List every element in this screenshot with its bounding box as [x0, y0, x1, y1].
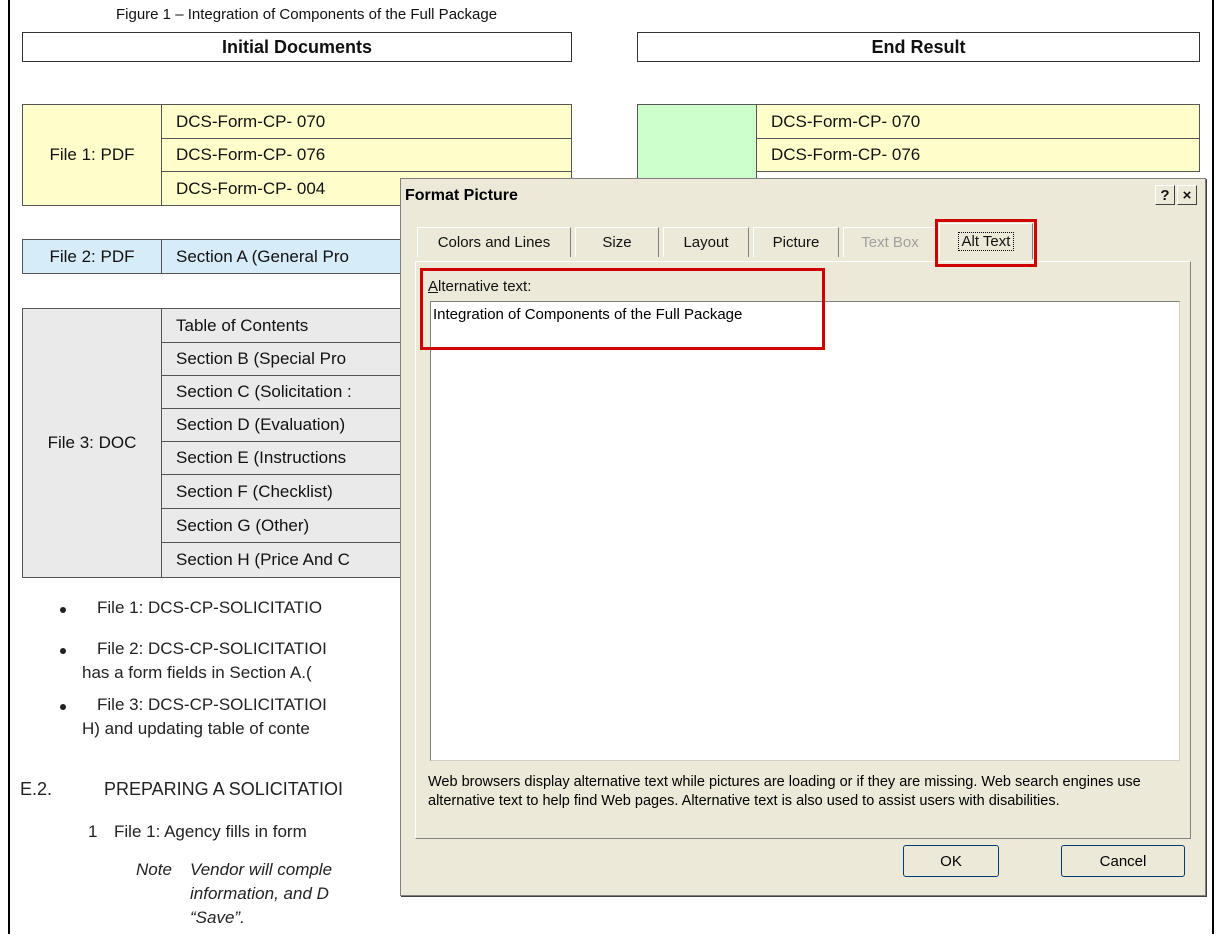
tab-text-box: Text Box — [843, 227, 937, 257]
close-icon: × — [1182, 186, 1192, 204]
bullet-text: H) and updating table of conte — [82, 719, 310, 738]
accelerator-key: A — [428, 278, 439, 295]
end-result-row: DCS-Form-CP- 070 — [756, 104, 1200, 139]
bullet-dot — [60, 648, 66, 654]
dialog-title: Format Picture — [405, 187, 518, 204]
section-number: E.2. — [20, 779, 53, 799]
ok-button[interactable]: OK — [903, 845, 999, 877]
cancel-button[interactable]: Cancel — [1061, 845, 1185, 877]
tab-size[interactable]: Size — [575, 227, 659, 257]
file3-row: Section D (Evaluation) — [161, 408, 421, 442]
format-picture-dialog: Format Picture ? × Colors and Lines Size… — [400, 178, 1206, 896]
tab-label: Layout — [683, 234, 729, 251]
tab-label: Text Box — [861, 234, 919, 251]
bullet-dot — [60, 704, 66, 710]
bullet-dot — [60, 607, 66, 613]
file1-row: DCS-Form-CP- 070 — [161, 104, 572, 139]
end-result-row: DCS-Form-CP- 076 — [756, 138, 1200, 172]
step-text: File 1: Agency fills in form — [114, 822, 307, 841]
file3-row: Section E (Instructions — [161, 441, 421, 475]
alt-text-help: Web browsers display alternative text wh… — [428, 774, 1141, 809]
help-icon: ? — [1160, 186, 1170, 204]
file1-label: File 1: PDF — [22, 104, 162, 206]
dialog-titlebar[interactable]: Format Picture ? × — [401, 179, 1205, 211]
initial-documents-header: Initial Documents — [22, 32, 572, 62]
file3-row: Table of Contents — [161, 308, 421, 343]
figure-caption: Figure 1 – Integration of Components of … — [116, 6, 498, 23]
alt-text-panel: Alternative text: Integration of Compone… — [415, 261, 1191, 839]
bullet-text: File 1: DCS-CP-SOLICITATIO — [97, 598, 323, 617]
bullet-text: has a form fields in Section A.( — [82, 663, 312, 682]
tab-picture[interactable]: Picture — [753, 227, 839, 257]
tab-label: Size — [602, 234, 632, 251]
file3-row: Section H (Price And C — [161, 542, 421, 578]
label-text: lternative text: — [438, 278, 532, 295]
file3-row: Section G (Other) — [161, 508, 421, 543]
note-text: Vendor will comple — [190, 860, 333, 879]
alternative-text-input[interactable]: Integration of Components of the Full Pa… — [430, 301, 1180, 761]
file3-row: Section B (Special Pro — [161, 342, 421, 376]
file1-row: DCS-Form-CP- 076 — [161, 138, 572, 172]
file3-label: File 3: DOC — [22, 308, 162, 578]
tab-alt-text[interactable]: Alt Text — [939, 223, 1033, 259]
help-button[interactable]: ? — [1155, 185, 1175, 205]
end-result-merged-cell — [637, 104, 757, 184]
note-text: information, and D — [190, 884, 329, 903]
note-label: Note — [136, 860, 172, 879]
file2-label: File 2: PDF — [22, 239, 162, 274]
tab-label: Picture — [772, 234, 820, 251]
file2-row: Section A (General Pro — [161, 239, 421, 274]
alternative-text-label: Alternative text: — [428, 278, 531, 295]
tab-layout[interactable]: Layout — [663, 227, 749, 257]
file3-row: Section C (Solicitation : — [161, 375, 421, 409]
file3-row: Section F (Checklist) — [161, 474, 421, 509]
tab-label: Alt Text — [957, 232, 1015, 251]
tab-colors-and-lines[interactable]: Colors and Lines — [417, 227, 571, 257]
tab-label: Colors and Lines — [437, 234, 551, 251]
step-number: 1 — [88, 822, 98, 841]
section-title: PREPARING A SOLICITATIOI — [104, 779, 344, 799]
note-text: “Save”. — [190, 908, 245, 927]
bullet-text: File 2: DCS-CP-SOLICITATIOI — [97, 639, 327, 658]
bullet-text: File 3: DCS-CP-SOLICITATIOI — [97, 695, 327, 714]
close-button[interactable]: × — [1177, 185, 1197, 205]
end-result-header: End Result — [637, 32, 1200, 62]
